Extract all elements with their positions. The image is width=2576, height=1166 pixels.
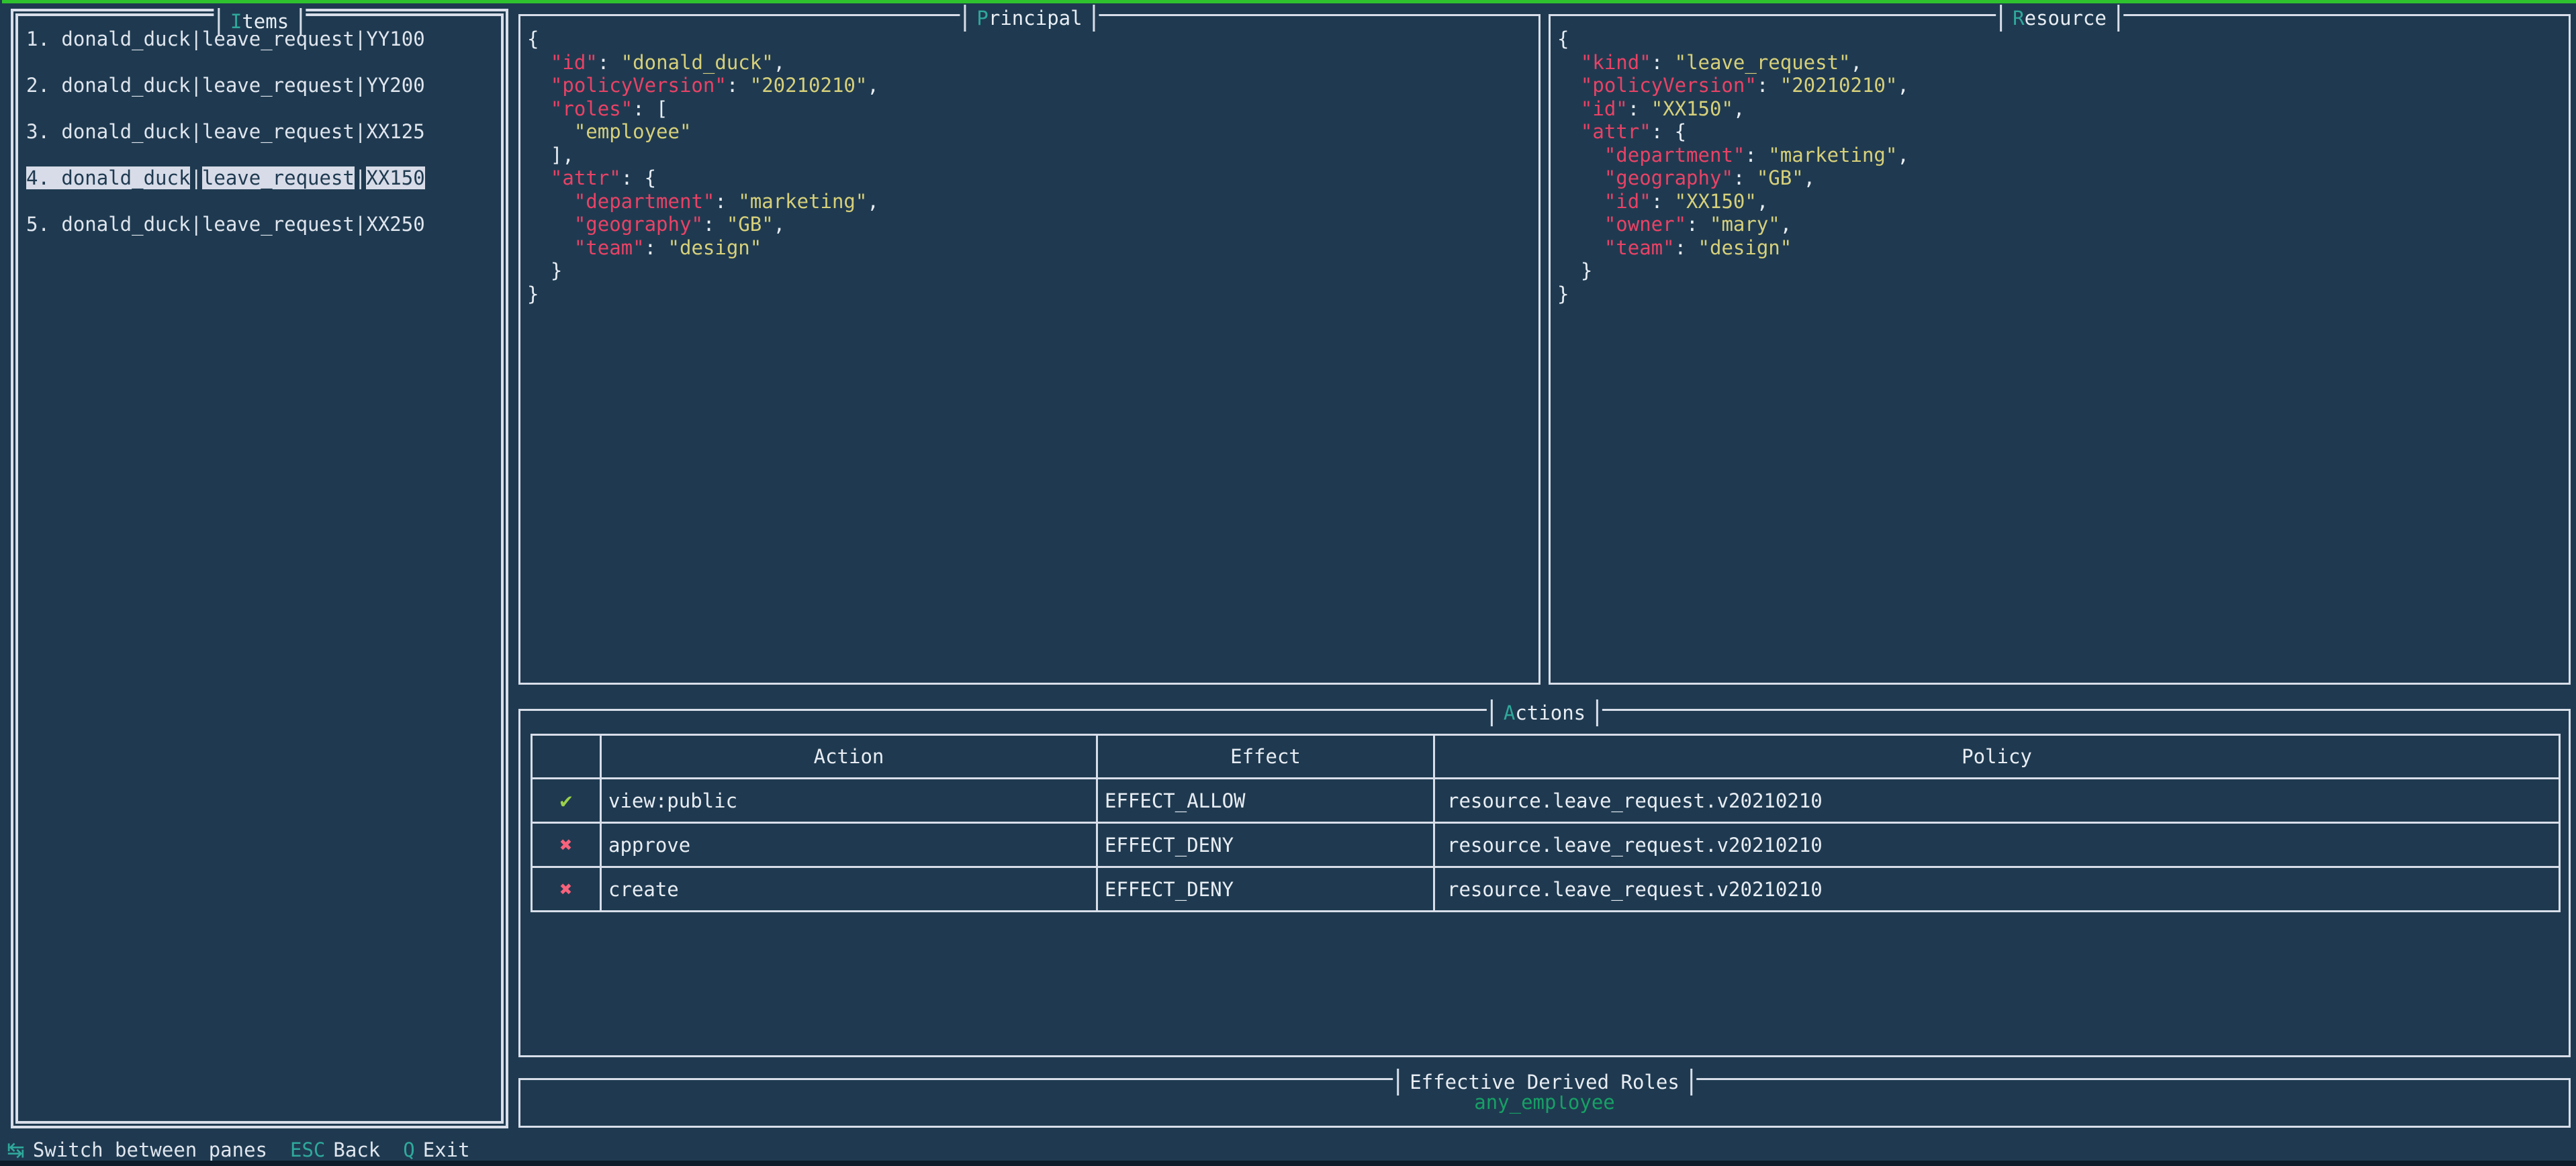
json-line: }: [1557, 283, 2569, 306]
separator: |: [190, 166, 201, 189]
title-left-bar: [1397, 1069, 1399, 1096]
principal-pane-title-label: Principal: [968, 7, 1090, 30]
items-pane[interactable]: Items 1. donald_duck|leave_request|YY100…: [11, 9, 508, 1128]
json-line: "policyVersion": "20210210",: [527, 74, 1538, 97]
list-item[interactable]: 2. donald_duck|leave_request|YY200: [26, 74, 501, 97]
policy-cell: resource.leave_request.v20210210: [1434, 823, 2560, 867]
action-row: ✔ view:public EFFECT_ALLOW resource.leav…: [532, 779, 2560, 823]
json-line: "geography": "GB",: [527, 213, 1538, 236]
separator: |: [355, 120, 366, 143]
json-line: "roles": [: [527, 97, 1538, 121]
title-right-bar: [1690, 1069, 1692, 1096]
title-right-bar: [1093, 5, 1095, 32]
json-line: "geography": "GB",: [1557, 166, 2569, 190]
deny-cross-icon: ✖: [532, 867, 601, 912]
json-line: "kind": "leave_request",: [1557, 51, 2569, 75]
effect-cell: EFFECT_DENY: [1097, 867, 1434, 912]
json-line: }: [1557, 259, 2569, 283]
json-line: "attr": {: [1557, 120, 2569, 144]
title-left-bar: [964, 5, 966, 32]
principal-json: { "id": "donald_duck", "policyVersion": …: [520, 16, 1538, 305]
separator: |: [355, 28, 366, 50]
action-row: ✖ create EFFECT_DENY resource.leave_requ…: [532, 867, 2560, 912]
separator: |: [190, 120, 201, 143]
switch-panes-hint-label: Switch between panes: [33, 1138, 267, 1161]
resource-json: { "kind": "leave_request", "policyVersio…: [1551, 16, 2569, 305]
separator: |: [355, 166, 366, 189]
json-line: "attr": {: [527, 166, 1538, 190]
separator: |: [355, 213, 366, 236]
action-column-header: Action: [601, 735, 1097, 779]
separator: |: [355, 74, 366, 97]
items-pane-title-label: Items: [222, 10, 297, 33]
resource-pane[interactable]: Resource { "kind": "leave_request", "pol…: [1549, 14, 2571, 685]
resource-pane-title-label: Resource: [2005, 7, 2115, 30]
policy-cell: resource.leave_request.v20210210: [1434, 779, 2560, 823]
action-cell: view:public: [601, 779, 1097, 823]
action-cell: approve: [601, 823, 1097, 867]
effect-cell: EFFECT_DENY: [1097, 823, 1434, 867]
json-line: ],: [527, 144, 1538, 167]
json-line: "department": "marketing",: [1557, 144, 2569, 167]
deny-cross-icon: ✖: [532, 823, 601, 867]
derived-roles-pane[interactable]: Effective Derived Roles any_employee: [518, 1078, 2571, 1128]
list-item[interactable]: 5. donald_duck|leave_request|XX250: [26, 213, 501, 236]
json-line: }: [527, 283, 1538, 306]
focus-top-line: [2, 0, 2576, 3]
actions-table-header-row: Action Effect Policy: [532, 735, 2560, 779]
title-left-bar: [1491, 699, 1493, 726]
status-column-header: [532, 735, 601, 779]
items-pane-title: Items: [214, 8, 306, 35]
effect-cell: EFFECT_ALLOW: [1097, 779, 1434, 823]
esc-key-label: ESC: [290, 1138, 325, 1161]
list-item-selected[interactable]: 4. donald_duck|leave_request|XX150: [26, 166, 501, 189]
json-line: "id": "donald_duck",: [527, 51, 1538, 75]
title-right-bar: [1596, 699, 1598, 726]
items-list: 1. donald_duck|leave_request|YY1002. don…: [18, 16, 501, 236]
action-row: ✖ approve EFFECT_DENY resource.leave_req…: [532, 823, 2560, 867]
json-line: }: [527, 259, 1538, 283]
switch-panes-hint: ↹ Switch between panes: [7, 1137, 267, 1163]
separator: |: [190, 28, 201, 50]
json-line: "department": "marketing",: [527, 190, 1538, 213]
actions-pane[interactable]: Actions Action Effect Policy ✔ view:publ…: [518, 709, 2571, 1057]
policy-cell: resource.leave_request.v20210210: [1434, 867, 2560, 912]
back-hint-label: Back: [333, 1138, 380, 1161]
policy-column-header: Policy: [1434, 735, 2560, 779]
json-line: "id": "XX150",: [1557, 190, 2569, 213]
effect-column-header: Effect: [1097, 735, 1434, 779]
allow-check-icon: ✔: [532, 779, 601, 823]
json-line: "policyVersion": "20210210",: [1557, 74, 2569, 97]
json-line: "id": "XX150",: [1557, 97, 2569, 121]
quit-hint: Q Exit: [403, 1138, 469, 1161]
actions-table: Action Effect Policy ✔ view:public EFFEC…: [531, 734, 2561, 912]
resource-pane-title: Resource: [1996, 5, 2123, 32]
separator: |: [190, 213, 201, 236]
exit-hint-label: Exit: [423, 1138, 470, 1161]
principal-pane-title: Principal: [960, 5, 1099, 32]
list-item[interactable]: 3. donald_duck|leave_request|XX125: [26, 120, 501, 143]
title-right-bar: [300, 8, 302, 35]
actions-pane-title-label: Actions: [1496, 701, 1594, 724]
json-line: "team": "design": [527, 236, 1538, 260]
derived-roles-pane-title-label: Effective Derived Roles: [1401, 1071, 1688, 1094]
separator: |: [190, 74, 201, 97]
terminal-bottom-strip: [0, 1161, 2576, 1166]
action-cell: create: [601, 867, 1097, 912]
actions-pane-title: Actions: [1487, 699, 1602, 726]
quit-key-label: Q: [403, 1138, 414, 1161]
status-bar: ↹ Switch between panes ESC Back Q Exit: [7, 1138, 470, 1162]
title-left-bar: [2000, 5, 2002, 32]
esc-back-hint: ESC Back: [290, 1138, 380, 1161]
json-line: "employee": [527, 120, 1538, 144]
title-left-bar: [218, 8, 220, 35]
title-right-bar: [2117, 5, 2119, 32]
json-line: "owner": "mary",: [1557, 213, 2569, 236]
principal-pane[interactable]: Principal { "id": "donald_duck", "policy…: [518, 14, 1540, 685]
json-line: "team": "design": [1557, 236, 2569, 260]
derived-roles-pane-title: Effective Derived Roles: [1393, 1069, 1696, 1096]
tab-key-icon: ↹: [7, 1137, 25, 1163]
